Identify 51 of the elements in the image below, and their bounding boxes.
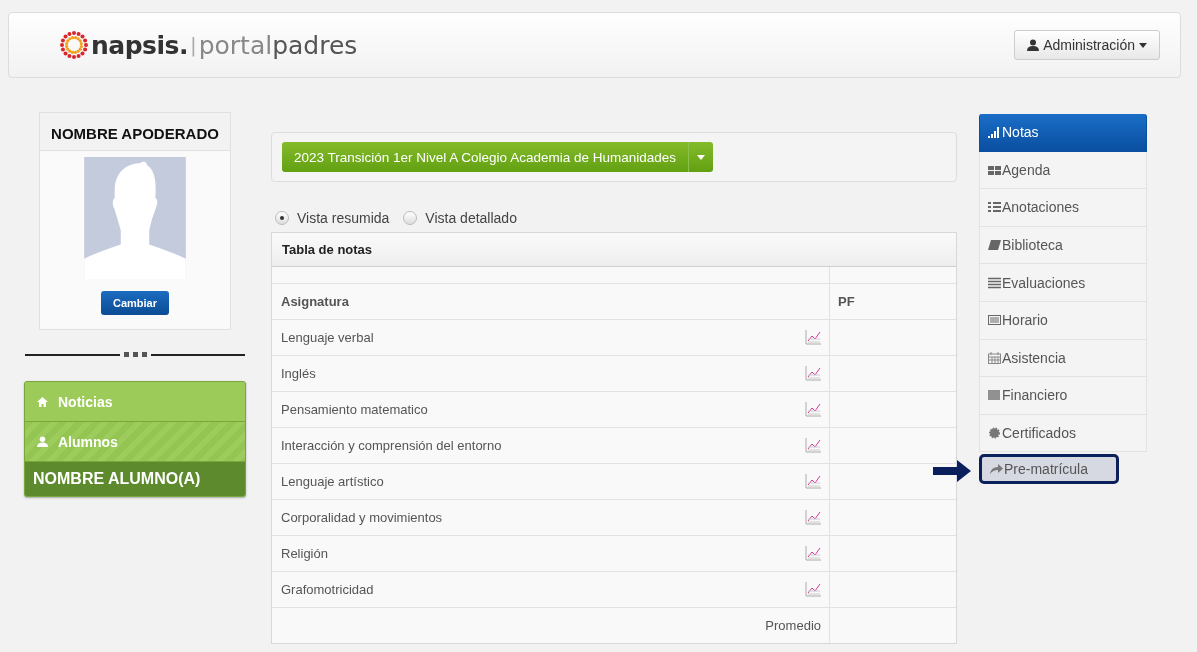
subject-cell: Interacción y comprensión del entorno xyxy=(281,438,502,453)
subject-cell: Inglés xyxy=(281,366,316,381)
table-icon xyxy=(988,314,1001,327)
calendar-icon xyxy=(988,351,1001,364)
administration-menu-button[interactable]: Administración xyxy=(1014,30,1160,60)
view-radio-option[interactable]: Vista resumida xyxy=(275,210,390,226)
subject-cell: Lenguaje verbal xyxy=(281,330,374,345)
column-header: Asignatura xyxy=(272,284,830,319)
user-icon xyxy=(1027,39,1040,51)
side-menu-item[interactable]: Agenda xyxy=(979,151,1147,190)
gear-icon xyxy=(988,427,1001,440)
subject-cell: Grafomotricidad xyxy=(281,582,374,597)
chart-icon[interactable] xyxy=(805,582,821,597)
caret-icon xyxy=(1139,42,1147,48)
chart-icon[interactable] xyxy=(805,510,821,525)
share-arrow-icon xyxy=(990,463,1003,476)
chart-icon[interactable] xyxy=(805,474,821,489)
side-menu-item[interactable]: Pre-matrícula xyxy=(979,454,1119,485)
subject-cell: Pensamiento matematico xyxy=(281,402,428,417)
side-menu-item[interactable]: Asistencia xyxy=(979,339,1147,378)
subject-cell: Religión xyxy=(281,546,328,561)
average-label: Promedio xyxy=(765,618,821,633)
side-menu-item[interactable]: Evaluaciones xyxy=(979,264,1147,302)
chart-icon[interactable] xyxy=(805,438,821,453)
side-menu-item[interactable]: Horario xyxy=(979,301,1147,340)
student-name: NOMBRE ALUMNO(A) xyxy=(25,462,245,496)
change-button[interactable]: Cambiar xyxy=(101,291,169,315)
chart-icon[interactable] xyxy=(805,366,821,381)
pointer-arrow xyxy=(933,460,971,483)
logo: napsis.|portalpadres xyxy=(59,30,358,60)
user-icon xyxy=(37,436,48,447)
divider-dots-icon xyxy=(123,352,147,357)
side-menu-item[interactable]: Certificados xyxy=(979,414,1147,453)
signal-bars-icon xyxy=(988,126,1001,139)
column-header: PF xyxy=(837,293,856,311)
subject-cell: Lenguaje artístico xyxy=(281,474,384,489)
book-icon xyxy=(988,239,1001,252)
side-menu-item[interactable]: Anotaciones xyxy=(979,189,1147,227)
view-radio-option[interactable]: Vista detallado xyxy=(403,210,517,226)
chart-icon[interactable] xyxy=(805,402,821,417)
list-icon xyxy=(988,201,1001,214)
subject-cell: Corporalidad y movimientos xyxy=(281,510,443,525)
side-menu-item[interactable]: Notas xyxy=(979,114,1147,152)
grid-icon xyxy=(988,163,1001,176)
chart-icon[interactable] xyxy=(805,546,821,561)
guardian-name: NOMBRE APODERADO xyxy=(40,113,230,151)
side-menu-item[interactable]: Biblioteca xyxy=(979,226,1147,265)
side-menu-item[interactable]: Financiero xyxy=(979,377,1147,415)
chart-icon[interactable] xyxy=(805,330,821,345)
home-icon xyxy=(37,396,48,407)
list-icon xyxy=(988,276,1001,289)
